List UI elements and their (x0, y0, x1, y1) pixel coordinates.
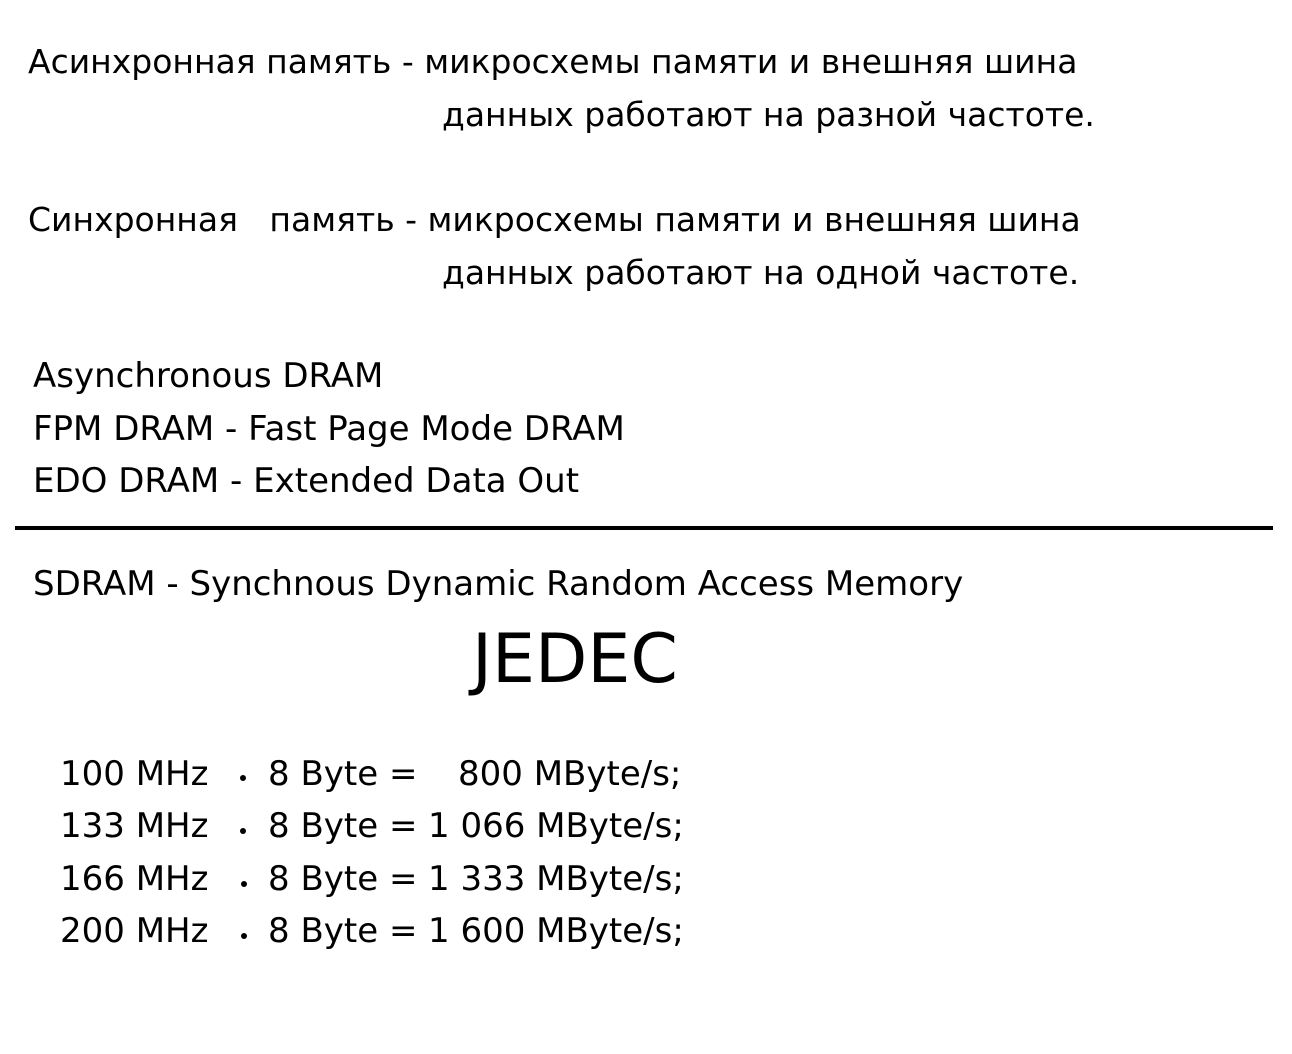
multiply-dot-icon (241, 933, 247, 939)
calc-width: 8 Byte = (268, 806, 418, 846)
async-definition-line-2: данных работают на разной частоте. (442, 95, 1095, 134)
calc-width: 8 Byte = (268, 859, 418, 899)
sync-definition-line-2: данных работают на одной частоте. (442, 253, 1080, 292)
list-item-fpm-dram: FPM DRAM - Fast Page Mode DRAM (33, 409, 625, 449)
calc-freq-200: 200 MHz (60, 911, 209, 951)
multiply-dot-icon (241, 881, 247, 887)
calc-result: 800 MByte/s; (458, 754, 682, 794)
multiply-dot-icon (240, 775, 246, 781)
calc-freq-133: 133 MHz (60, 806, 209, 846)
calc-result: 1 333 MByte/s; (428, 859, 684, 899)
sdram-definition: SDRAM - Synchnous Dynamic Random Access … (33, 564, 964, 604)
calc-result: 1 600 MByte/s; (428, 911, 684, 951)
calc-result: 1 066 MByte/s; (428, 806, 684, 846)
sync-definition-line-1: Синхронная память - микросхемы памяти и … (28, 200, 1081, 239)
calc-freq-166: 166 MHz (60, 859, 209, 899)
async-definition-line-1: Асинхронная память - микросхемы памяти и… (28, 42, 1078, 81)
multiply-dot-icon (240, 828, 246, 834)
list-item-edo-dram: EDO DRAM - Extended Data Out (33, 461, 580, 501)
calc-freq-100: 100 MHz (60, 754, 209, 794)
calc-width: 8 Byte = (268, 911, 418, 951)
section-divider (15, 526, 1273, 530)
calc-width: 8 Byte = (268, 754, 418, 794)
jedec-heading: JEDEC (472, 620, 678, 699)
list-item-async-dram: Asynchronous DRAM (33, 356, 384, 396)
